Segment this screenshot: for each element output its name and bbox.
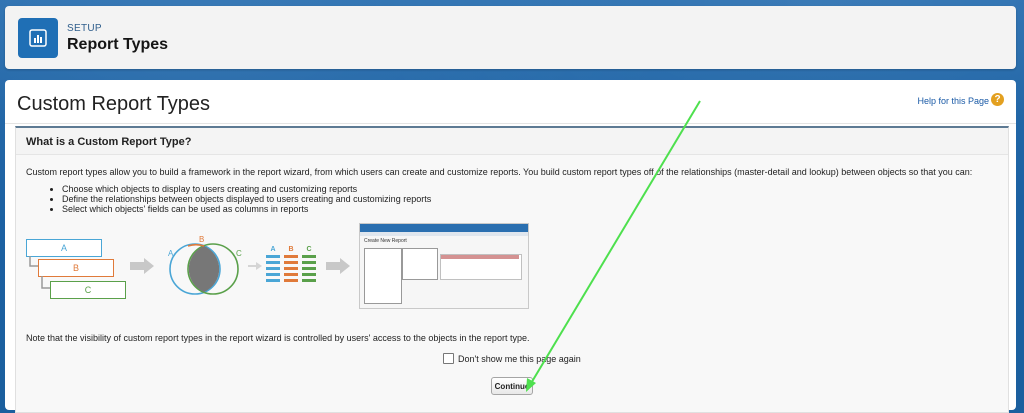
help-icon[interactable]: ?: [991, 93, 1004, 106]
header-title: Report Types: [67, 36, 169, 53]
arrow-icon: [130, 258, 154, 274]
intro-text: Custom report types allow you to build a…: [26, 167, 973, 177]
diagram-connectors: [29, 256, 50, 289]
column-label-b: B: [288, 246, 294, 253]
venn-label-a: A: [168, 249, 174, 258]
column-bars: [266, 255, 316, 282]
page-title: Custom Report Types: [17, 93, 211, 115]
venn-diagram: A B C: [168, 235, 242, 295]
main-card: Custom Report Types Help for this Page ?…: [5, 80, 1016, 413]
column-label-c: C: [306, 246, 312, 253]
venn-label-c: C: [236, 249, 242, 258]
continue-button[interactable]: Continue: [491, 377, 533, 395]
dont-show-again-label: Don't show me this page again: [458, 353, 581, 364]
report-chart-icon: [18, 18, 58, 58]
dont-show-again-checkbox[interactable]: [443, 353, 454, 364]
custom-report-type-section: What is a Custom Report Type? Custom rep…: [15, 126, 1009, 413]
report-wizard-thumbnail: Create New Report: [359, 223, 529, 309]
divider: [5, 123, 1016, 124]
dont-show-again-row[interactable]: Don't show me this page again: [443, 353, 581, 364]
section-title: What is a Custom Report Type?: [16, 128, 1008, 155]
header-eyebrow: SETUP: [67, 23, 102, 34]
visibility-note: Note that the visibility of custom repor…: [26, 333, 530, 343]
setup-header: SETUP Report Types: [5, 6, 1016, 69]
help-link[interactable]: Help for this Page: [917, 96, 989, 106]
column-label-a: A: [270, 246, 276, 253]
venn-label-b: B: [199, 235, 204, 244]
arrow-icon: [326, 258, 350, 274]
thumbnail-caption: Create New Report: [364, 238, 407, 244]
arrow-icon: [248, 262, 262, 270]
columns-diagram: A B C: [266, 246, 316, 294]
